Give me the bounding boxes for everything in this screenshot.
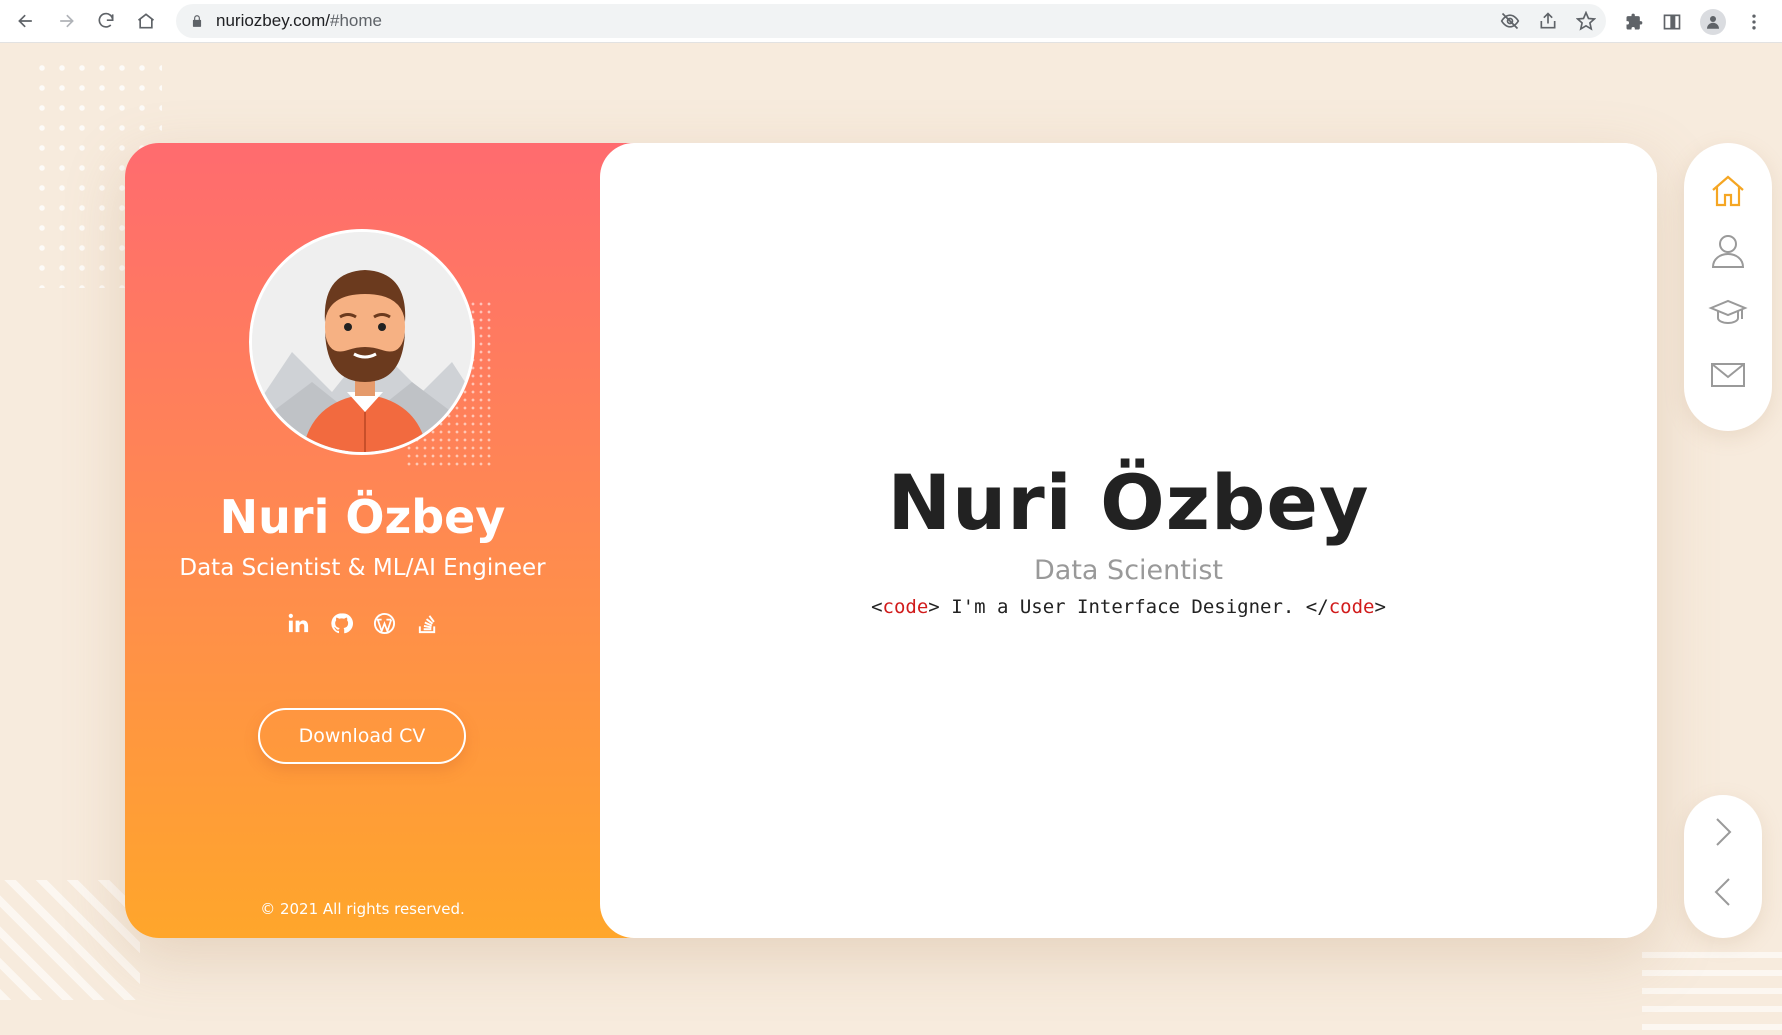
code-text: I'm a User Interface Designer. <box>939 596 1306 618</box>
stackoverflow-icon[interactable] <box>416 612 439 635</box>
background-stripes-right <box>1642 950 1782 1030</box>
profile-role: Data Scientist & ML/AI Engineer <box>179 555 546 581</box>
back-icon[interactable] <box>6 1 46 41</box>
linkedin-icon[interactable] <box>287 612 310 635</box>
reload-icon[interactable] <box>86 1 126 41</box>
forward-icon[interactable] <box>46 1 86 41</box>
code-close-tag: code <box>1328 596 1375 618</box>
avatar-illustration <box>252 232 472 452</box>
url-path: #home <box>330 11 382 30</box>
menu-icon[interactable] <box>1744 12 1764 32</box>
hero-role: Data Scientist <box>1034 555 1223 586</box>
next-chevron-icon[interactable] <box>1706 812 1740 852</box>
share-icon[interactable] <box>1538 11 1558 31</box>
profile-name: Nuri Özbey <box>219 490 506 544</box>
side-nav <box>1684 143 1772 431</box>
code-close-gt: > <box>1374 596 1386 618</box>
wordpress-icon[interactable] <box>373 612 396 635</box>
github-icon[interactable] <box>330 612 353 635</box>
background-stripes <box>0 880 140 1000</box>
nav-graduation-cap-icon[interactable] <box>1706 291 1750 335</box>
side-panel-icon[interactable] <box>1662 12 1682 32</box>
star-icon[interactable] <box>1576 11 1596 31</box>
profile-icon[interactable] <box>1700 8 1726 35</box>
code-open-tag: code <box>882 596 929 618</box>
extensions-icon[interactable] <box>1624 12 1644 32</box>
social-links <box>125 612 600 635</box>
hero-name: Nuri Özbey <box>887 458 1370 547</box>
code-open-lt: < <box>871 596 883 618</box>
hero-typed-text: <code> I'm a User Interface Designer. </… <box>600 596 1657 618</box>
nav-mail-icon[interactable] <box>1706 353 1750 397</box>
lock-icon <box>192 15 202 27</box>
prev-chevron-icon[interactable] <box>1706 872 1740 912</box>
copyright-text: © 2021 All rights reserved. <box>260 900 465 918</box>
url-text: nuriozbey.com/#home <box>216 11 382 31</box>
code-open-gt: > <box>928 596 940 618</box>
browser-toolbar: nuriozbey.com/#home <box>0 0 1782 43</box>
address-bar[interactable]: nuriozbey.com/#home <box>176 4 1606 38</box>
eye-off-icon[interactable] <box>1500 11 1520 31</box>
code-close-lt: </ <box>1305 596 1329 618</box>
avatar <box>249 229 475 455</box>
page-navigation <box>1684 795 1762 938</box>
home-icon[interactable] <box>126 1 166 41</box>
download-cv-button[interactable]: Download CV <box>258 708 466 764</box>
nav-home-icon[interactable] <box>1706 169 1750 213</box>
nav-user-icon[interactable] <box>1706 229 1750 273</box>
url-host: nuriozbey.com/ <box>216 11 331 30</box>
